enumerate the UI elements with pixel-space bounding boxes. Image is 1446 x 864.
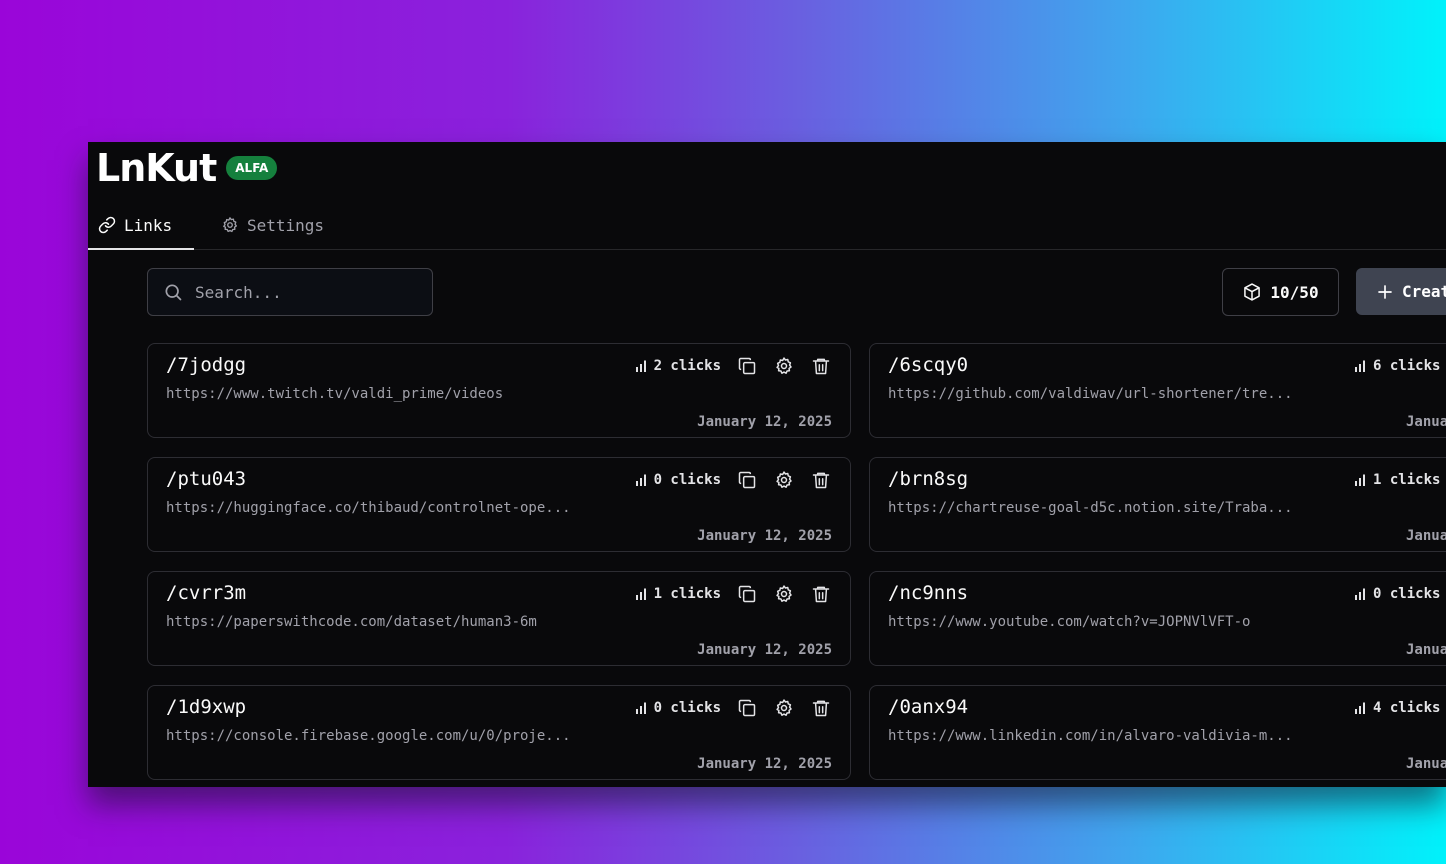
click-count: 4 clicks [1354, 700, 1440, 716]
short-slug[interactable]: /ptu043 [166, 468, 246, 490]
destination-url: https://console.firebase.google.com/u/0/… [166, 728, 571, 744]
app-logo[interactable]: LnKut [96, 146, 217, 190]
tab-settings[interactable]: Settings [221, 202, 324, 248]
card-actions: 0 clicks [635, 469, 832, 491]
copy-icon[interactable] [736, 583, 758, 605]
plus-icon [1378, 284, 1392, 299]
click-count-text: 1 clicks [653, 586, 721, 602]
bar-chart-icon [1354, 473, 1368, 487]
created-date: January 12, 2025 [1406, 756, 1446, 772]
link-card[interactable]: /6scqy0 https://github.com/valdiwav/url-s… [869, 343, 1446, 438]
link-card[interactable]: /nc9nns https://www.youtube.com/watch?v=J… [869, 571, 1446, 666]
search-input[interactable] [193, 281, 427, 303]
link-card[interactable]: /0anx94 https://www.linkedin.com/in/alvar… [869, 685, 1446, 780]
trash-icon[interactable] [810, 469, 832, 491]
created-date: January 12, 2025 [1406, 414, 1446, 430]
bar-chart-icon [635, 359, 649, 373]
click-count-text: 2 clicks [653, 358, 721, 374]
click-count: 0 clicks [635, 472, 721, 488]
destination-url: https://huggingface.co/thibaud/controlne… [166, 500, 571, 516]
box-icon [1244, 283, 1261, 301]
trash-icon[interactable] [810, 355, 832, 377]
short-slug[interactable]: /1d9xwp [166, 696, 246, 718]
trash-icon[interactable] [810, 583, 832, 605]
link-quota: 10/50 [1222, 268, 1339, 316]
destination-url: https://chartreuse-goal-d5c.notion.site/… [888, 500, 1293, 516]
bar-chart-icon [1354, 359, 1368, 373]
click-count-text: 0 clicks [1373, 586, 1441, 602]
bar-chart-icon [635, 701, 649, 715]
link-card[interactable]: /brn8sg https://chartreuse-goal-d5c.notio… [869, 457, 1446, 552]
card-actions: 2 clicks [635, 355, 832, 377]
copy-icon[interactable] [736, 697, 758, 719]
click-count: 6 clicks [1354, 358, 1440, 374]
trash-icon[interactable] [810, 697, 832, 719]
destination-url: https://www.linkedin.com/in/alvaro-valdi… [888, 728, 1293, 744]
copy-icon[interactable] [736, 469, 758, 491]
created-date: January 12, 2025 [697, 414, 832, 430]
create-link-label: Create [1402, 282, 1446, 301]
short-slug[interactable]: /cvrr3m [166, 582, 246, 604]
short-slug[interactable]: /6scqy0 [888, 354, 968, 376]
copy-icon[interactable] [736, 355, 758, 377]
search-icon [165, 284, 182, 301]
search-box [147, 268, 433, 316]
tab-bar: Links Settings [88, 202, 1446, 250]
gear-icon[interactable] [773, 583, 795, 605]
click-count-text: 6 clicks [1373, 358, 1441, 374]
click-count-text: 1 clicks [1373, 472, 1441, 488]
click-count: 0 clicks [635, 700, 721, 716]
card-actions: 6 clicks [1354, 355, 1446, 377]
short-slug[interactable]: /7jodgg [166, 354, 246, 376]
tab-links-label: Links [124, 215, 173, 235]
destination-url: https://paperswithcode.com/dataset/human… [166, 614, 537, 630]
click-count: 1 clicks [635, 586, 721, 602]
card-actions: 1 clicks [1354, 469, 1446, 491]
created-date: January 12, 2025 [1406, 642, 1446, 658]
gear-icon [223, 217, 237, 233]
click-count-text: 0 clicks [653, 700, 721, 716]
link-card[interactable]: /cvrr3m https://paperswithcode.com/datase… [147, 571, 851, 666]
bar-chart-icon [1354, 701, 1368, 715]
bar-chart-icon [635, 587, 649, 601]
link-icon [98, 216, 116, 234]
click-count: 0 clicks [1354, 586, 1440, 602]
link-card[interactable]: /ptu043 https://huggingface.co/thibaud/co… [147, 457, 851, 552]
short-slug[interactable]: /0anx94 [888, 696, 968, 718]
card-actions: 4 clicks [1354, 697, 1446, 719]
gear-icon[interactable] [773, 469, 795, 491]
destination-url: https://github.com/valdiwav/url-shortene… [888, 386, 1293, 402]
gear-icon[interactable] [773, 355, 795, 377]
card-actions: 0 clicks [1354, 583, 1446, 605]
click-count: 2 clicks [635, 358, 721, 374]
link-card[interactable]: /1d9xwp https://console.firebase.google.c… [147, 685, 851, 780]
created-date: January 12, 2025 [697, 756, 832, 772]
short-slug[interactable]: /nc9nns [888, 582, 968, 604]
link-card[interactable]: /7jodgg https://www.twitch.tv/valdi_prime… [147, 343, 851, 438]
click-count-text: 0 clicks [653, 472, 721, 488]
card-actions: 1 clicks [635, 583, 832, 605]
click-count-text: 4 clicks [1373, 700, 1441, 716]
created-date: January 12, 2025 [1406, 528, 1446, 544]
quota-text: 10/50 [1270, 282, 1319, 302]
gear-icon[interactable] [773, 697, 795, 719]
create-link-button[interactable]: Create [1356, 268, 1446, 315]
bar-chart-icon [635, 473, 649, 487]
click-count: 1 clicks [1354, 472, 1440, 488]
brand: LnKut ALFA [96, 146, 278, 190]
bar-chart-icon [1354, 587, 1368, 601]
card-actions: 0 clicks [635, 697, 832, 719]
created-date: January 12, 2025 [697, 528, 832, 544]
created-date: January 12, 2025 [697, 642, 832, 658]
tab-settings-label: Settings [247, 215, 325, 235]
destination-url: https://www.twitch.tv/valdi_prime/videos [166, 386, 504, 402]
alfa-badge: ALFA [226, 156, 278, 180]
tab-links[interactable]: Links [88, 202, 195, 250]
destination-url: https://www.youtube.com/watch?v=JOPNVlVF… [888, 614, 1251, 630]
short-slug[interactable]: /brn8sg [888, 468, 968, 490]
app-window: LnKut ALFA Links Settings 10/50 [88, 142, 1446, 787]
